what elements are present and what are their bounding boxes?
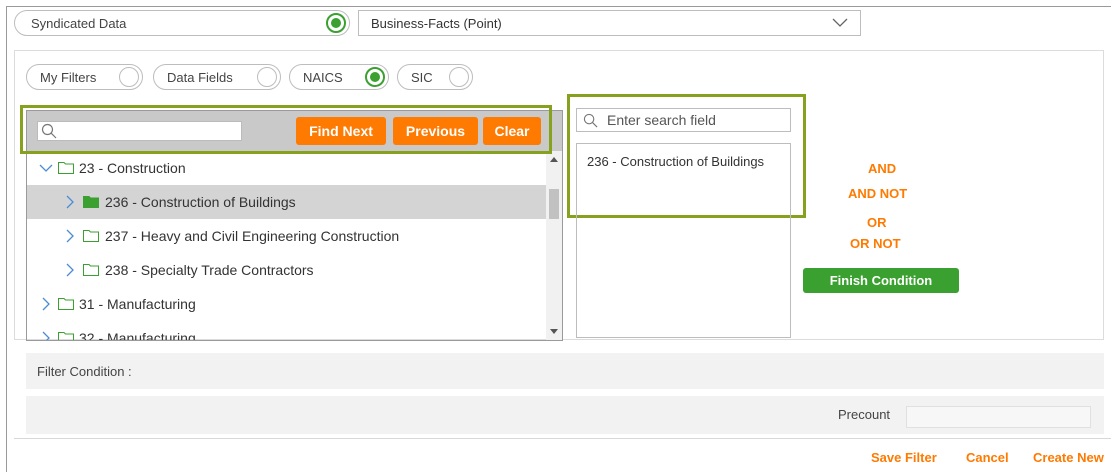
footer-divider [14, 438, 1111, 439]
search-field-input[interactable] [607, 111, 787, 129]
dataset-dropdown[interactable]: Business-Facts (Point) [358, 10, 861, 36]
create-new-link[interactable]: Create New [1033, 450, 1104, 465]
search-icon [583, 113, 598, 128]
precount-label: Precount [838, 407, 891, 422]
filter-condition-bar: Filter Condition : [26, 353, 1104, 389]
cancel-link[interactable]: Cancel [966, 450, 1009, 465]
folder-icon [83, 264, 99, 276]
tree-item-label: 23 - Construction [79, 160, 186, 176]
scroll-thumb[interactable] [549, 189, 559, 219]
tree-item[interactable]: 237 - Heavy and Civil Engineering Constr… [27, 219, 546, 253]
tree-item[interactable]: 31 - Manufacturing [27, 287, 546, 321]
tree-item-label: 32 - Manufacturing [79, 330, 196, 341]
tree-item[interactable]: 23 - Construction [27, 151, 546, 185]
tab-label: Data Fields [167, 70, 233, 85]
chevron-right-icon[interactable] [63, 229, 77, 243]
selected-item[interactable]: 236 - Construction of Buildings [587, 154, 777, 170]
scroll-down-arrow-icon[interactable] [550, 329, 558, 334]
syndicated-data-radio[interactable] [326, 13, 346, 33]
chevron-right-icon[interactable] [39, 297, 53, 311]
folder-icon [83, 230, 99, 242]
selected-items-list[interactable]: 236 - Construction of Buildings [576, 143, 791, 338]
folder-open-icon [58, 162, 74, 174]
syndicated-data-radio-pill[interactable]: Syndicated Data [14, 10, 350, 36]
tree-item-selected[interactable]: 236 - Construction of Buildings [27, 185, 546, 219]
tree-item-label: 236 - Construction of Buildings [105, 194, 296, 210]
or-operator[interactable]: OR [867, 215, 887, 230]
chevron-right-icon[interactable] [63, 263, 77, 277]
tree-scrollbar[interactable] [546, 151, 562, 340]
tab-radio[interactable] [449, 67, 469, 87]
precount-field [906, 406, 1091, 428]
tab-naics[interactable]: NAICS [289, 64, 389, 90]
folder-icon [58, 298, 74, 310]
tree-item-label: 238 - Specialty Trade Contractors [105, 262, 314, 278]
tab-sic[interactable]: SIC [397, 64, 473, 90]
syndicated-data-label: Syndicated Data [31, 16, 127, 31]
tab-radio[interactable] [257, 67, 277, 87]
search-field[interactable] [576, 108, 791, 132]
chevron-down-icon[interactable] [39, 161, 53, 175]
and-not-operator[interactable]: AND NOT [848, 186, 907, 201]
scroll-up-arrow-icon[interactable] [550, 157, 558, 162]
tree-item-label: 31 - Manufacturing [79, 296, 196, 312]
tree-item[interactable]: 238 - Specialty Trade Contractors [27, 253, 546, 287]
save-filter-link[interactable]: Save Filter [871, 450, 937, 465]
tab-label: SIC [411, 70, 433, 85]
tab-radio[interactable] [119, 67, 139, 87]
toolbar-highlight-box [20, 105, 552, 154]
tab-radio[interactable] [365, 67, 385, 87]
tree-item-label: 237 - Heavy and Civil Engineering Constr… [105, 228, 400, 244]
chevron-down-icon [832, 18, 848, 27]
tab-my-filters[interactable]: My Filters [26, 64, 143, 90]
folder-icon [58, 332, 74, 340]
tab-label: My Filters [40, 70, 97, 85]
chevron-right-icon[interactable] [63, 195, 77, 209]
filter-condition-label: Filter Condition : [37, 364, 132, 379]
tab-data-fields[interactable]: Data Fields [153, 64, 281, 90]
tab-label: NAICS [303, 70, 343, 85]
or-not-operator[interactable]: OR NOT [850, 236, 901, 251]
tree-item[interactable]: 32 - Manufacturing [27, 321, 546, 341]
precount-bar: Precount [26, 396, 1104, 434]
chevron-right-icon[interactable] [39, 331, 53, 341]
finish-condition-button[interactable]: Finish Condition [803, 268, 959, 293]
dataset-dropdown-value: Business-Facts (Point) [371, 16, 502, 31]
folder-filled-icon [83, 196, 99, 208]
and-operator[interactable]: AND [868, 161, 896, 176]
